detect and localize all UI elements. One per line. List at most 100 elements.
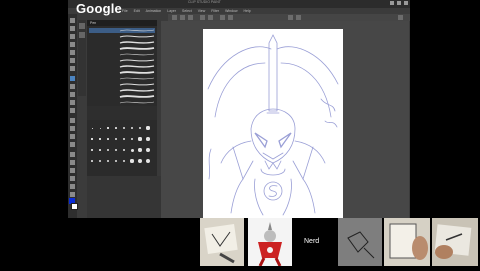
gradient-tool-icon[interactable] [70, 142, 75, 147]
brush-size-dot[interactable] [114, 159, 118, 163]
brush-size-dot[interactable] [138, 159, 142, 163]
sub-color-swatch[interactable] [71, 203, 78, 210]
balloon-tool-icon[interactable] [70, 184, 75, 189]
transform-icon[interactable] [228, 15, 233, 20]
pencil-tool-icon[interactable] [70, 84, 75, 89]
participant-video-tile[interactable] [432, 218, 478, 266]
ruler-tool-icon[interactable] [70, 168, 75, 173]
participant-video-tile[interactable] [248, 218, 292, 267]
eyedropper-tool-icon[interactable] [70, 66, 75, 71]
brush-preset-item[interactable] [89, 70, 155, 75]
brush-size-dot[interactable] [99, 160, 101, 162]
participant-video-tile[interactable] [338, 218, 382, 266]
brush-size-dot[interactable] [145, 158, 151, 164]
menu-file[interactable]: File [122, 8, 128, 14]
participant-name-tile[interactable]: Nerd [296, 218, 338, 266]
brush-size-dot[interactable] [130, 137, 134, 141]
brush-size-dot[interactable] [114, 148, 118, 152]
menu-edit[interactable]: Edit [134, 8, 140, 14]
clear-icon[interactable] [220, 15, 225, 20]
google-logo: Google [76, 1, 122, 16]
text-tool-icon[interactable] [70, 176, 75, 181]
correct-line-tool-icon[interactable] [70, 192, 75, 197]
brush-stroke-preview [119, 95, 155, 98]
brush-size-dot[interactable] [130, 148, 134, 152]
brush-size-dot[interactable] [99, 138, 101, 140]
open-icon[interactable] [180, 15, 185, 20]
decoration-tool-icon[interactable] [70, 108, 75, 113]
brush-size-dot[interactable] [130, 126, 134, 130]
operation-tool-icon[interactable] [70, 34, 75, 39]
move-layer-tool-icon[interactable] [70, 42, 75, 47]
pen-tool-icon[interactable] [70, 76, 75, 81]
brush-size-dot[interactable] [115, 127, 117, 129]
participant-video-tile[interactable] [384, 218, 430, 266]
canvas-paper[interactable] [203, 29, 343, 218]
undo-icon[interactable] [200, 15, 205, 20]
brush-size-dot[interactable] [146, 137, 150, 141]
brush-preset-item[interactable] [89, 76, 155, 81]
brush-preset-item[interactable] [89, 94, 155, 99]
brush-size-dot[interactable] [146, 148, 150, 152]
selection-icon[interactable] [288, 15, 293, 20]
brush-size-dot[interactable] [115, 138, 117, 140]
brush-size-dot[interactable] [107, 127, 109, 129]
brush-preset-item[interactable] [89, 64, 155, 69]
brush-preset-item[interactable] [89, 40, 155, 45]
brush-size-dot[interactable] [99, 149, 101, 151]
brush-preset-item[interactable] [89, 82, 155, 87]
brush-size-dot[interactable] [138, 137, 142, 141]
move-tool-icon[interactable] [70, 26, 75, 31]
brush-size-dot[interactable] [91, 127, 93, 129]
brush-preset-item[interactable] [89, 88, 155, 93]
brush-size-dot[interactable] [107, 138, 109, 140]
minimize-icon[interactable] [390, 1, 394, 5]
close-icon[interactable] [404, 1, 408, 5]
brush-size-dot[interactable] [122, 137, 126, 141]
brush-size-dot[interactable] [130, 159, 134, 163]
brush-size-panel [87, 120, 157, 176]
participant-video-tile[interactable] [200, 218, 244, 266]
brush-preset-item[interactable] [89, 58, 155, 63]
brush-size-dot[interactable] [99, 127, 101, 129]
figure-tool-icon[interactable] [70, 152, 75, 157]
brush-preset-item[interactable] [89, 34, 155, 39]
brush-size-dot[interactable] [91, 138, 93, 140]
blend-tool-icon[interactable] [70, 126, 75, 131]
brush-size-dot[interactable] [107, 149, 109, 151]
canvas-area[interactable] [161, 21, 409, 218]
brush-size-dot[interactable] [106, 159, 110, 163]
airbrush-tool-icon[interactable] [70, 100, 75, 105]
selection-tool-icon[interactable] [70, 50, 75, 55]
eraser-tool-icon[interactable] [70, 118, 75, 123]
brush-size-dot[interactable] [146, 126, 150, 130]
brush-size-dot[interactable] [91, 160, 93, 162]
brush-size-dot[interactable] [123, 127, 125, 129]
new-icon[interactable] [172, 15, 177, 20]
brush-size-dot[interactable] [122, 159, 126, 163]
frame-tool-icon[interactable] [70, 160, 75, 165]
brush-preset-item[interactable] [89, 100, 155, 105]
brush-preset-item[interactable] [89, 46, 155, 51]
brush-size-dot[interactable] [122, 148, 126, 152]
save-icon[interactable] [188, 15, 193, 20]
redo-icon[interactable] [208, 15, 213, 20]
window-title: CLIP STUDIO PAINT [188, 0, 221, 4]
brush-preset-item[interactable] [89, 52, 155, 57]
brush-size-dot[interactable] [138, 126, 142, 130]
settings-icon[interactable] [398, 15, 403, 20]
brush-tool-icon[interactable] [70, 92, 75, 97]
fill-tool-icon[interactable] [70, 134, 75, 139]
brush-stroke-preview [119, 65, 155, 68]
marker-group-icon[interactable] [79, 32, 85, 38]
brush-size-dot[interactable] [138, 148, 142, 152]
menu-animation[interactable]: Animation [146, 8, 162, 14]
auto-select-tool-icon[interactable] [70, 58, 75, 63]
deselect-icon[interactable] [296, 15, 301, 20]
brush-size-dot[interactable] [91, 149, 93, 151]
zoom-tool-icon[interactable] [70, 18, 75, 23]
sub-tool-title: Pen [90, 21, 97, 25]
maximize-icon[interactable] [397, 1, 401, 5]
pen-group-icon[interactable] [79, 23, 85, 29]
brush-preset-item[interactable] [89, 28, 155, 33]
